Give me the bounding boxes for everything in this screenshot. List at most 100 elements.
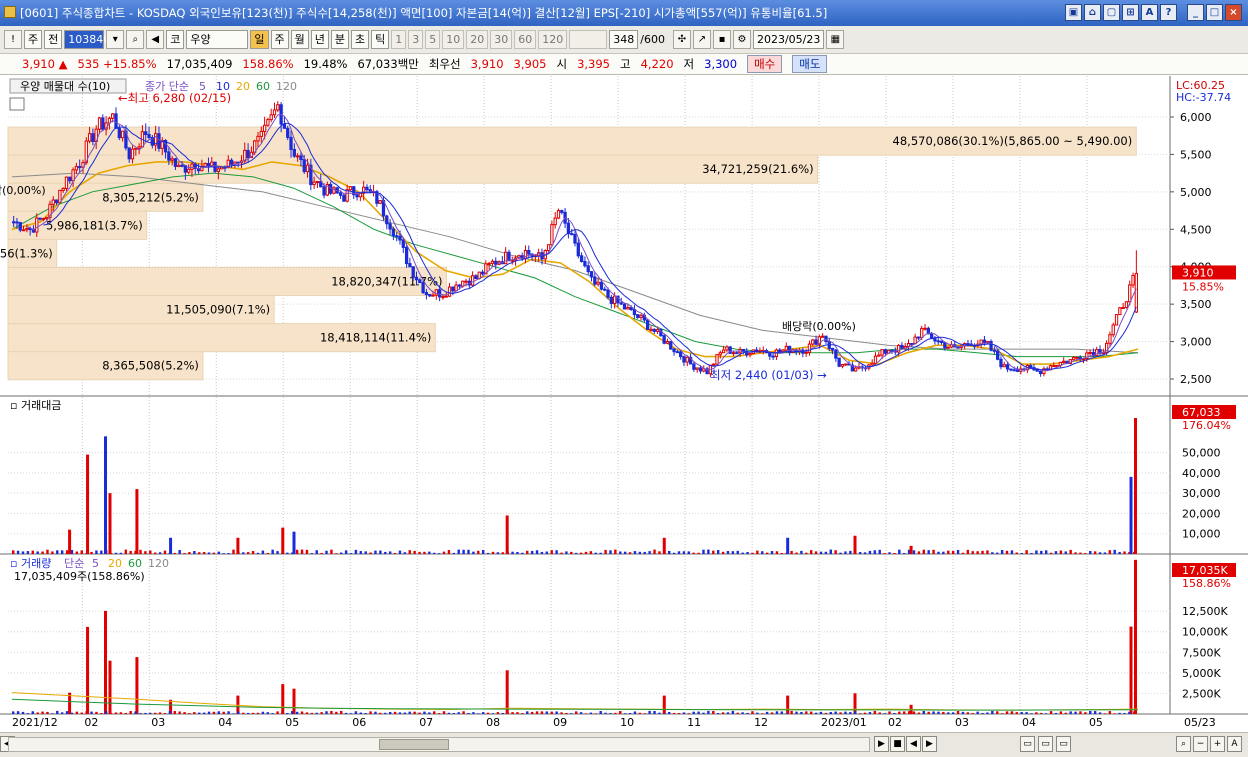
candle-body <box>1012 369 1016 372</box>
stock-chart[interactable]: 2021/12 02 03 04 05 06 07 08 09 10 11 12 2023/01 02 03… <box>0 76 1248 732</box>
maximize-button[interactable]: □ <box>1206 4 1223 21</box>
bid-price: 3,910 <box>470 57 504 71</box>
candle-body <box>302 159 306 173</box>
interval-120[interactable]: 120 <box>538 30 568 49</box>
volume-bar <box>780 711 784 714</box>
volume-bar <box>530 711 534 714</box>
date-input[interactable]: 2023/05/23 <box>752 30 825 49</box>
crosshair-icon[interactable]: ✣ <box>672 30 691 49</box>
volume-profile-label: 8,365,508(5.2%) <box>102 359 199 373</box>
home-icon[interactable]: ⌂ <box>1084 4 1101 21</box>
dropdown-icon[interactable]: ▾ <box>106 30 125 49</box>
candle-body <box>144 131 148 136</box>
volume-bar <box>550 711 553 714</box>
volume-bar <box>526 711 529 714</box>
chart-tool-2-icon[interactable]: ▭ <box>1038 736 1053 752</box>
interval-10[interactable]: 10 <box>442 30 465 49</box>
interval-60[interactable]: 60 <box>514 30 537 49</box>
period-year[interactable]: 년 <box>310 30 329 49</box>
candle-body <box>378 200 382 204</box>
stock-name-field[interactable]: 우양 <box>186 30 249 49</box>
interval-20[interactable]: 20 <box>466 30 489 49</box>
ma-legend-period: 60 <box>256 80 270 93</box>
grid-icon[interactable]: ⊞ <box>1122 4 1139 21</box>
amount-bar <box>751 552 754 554</box>
period-day[interactable]: 일 <box>250 30 269 49</box>
period-second[interactable]: 초 <box>351 30 370 49</box>
calendar-icon[interactable]: ▦ <box>826 30 845 49</box>
interval-30[interactable]: 30 <box>490 30 513 49</box>
volume-tick-label: 12,500K <box>1182 605 1228 618</box>
font-icon[interactable]: A <box>1141 4 1158 21</box>
amount-bar <box>809 550 813 554</box>
candle-body <box>21 229 26 232</box>
volume-bar <box>677 713 681 714</box>
period-month[interactable]: 월 <box>290 30 309 49</box>
speaker-icon[interactable]: ◀ <box>146 30 165 49</box>
search-icon[interactable]: ⌕ <box>126 30 145 49</box>
whole-button[interactable]: 전 <box>44 30 63 49</box>
stock-code-input[interactable]: 103840 <box>64 30 110 49</box>
minimize-button[interactable]: _ <box>1187 4 1204 21</box>
step-forward-icon[interactable]: ▶ <box>922 736 937 752</box>
volume-bar <box>183 712 186 714</box>
interval-3[interactable]: 3 <box>408 30 424 49</box>
chart-tool-icon[interactable]: ▭ <box>1020 736 1035 752</box>
period-tick[interactable]: 틱 <box>371 30 390 49</box>
zoom-out-icon[interactable]: − <box>1193 736 1208 752</box>
candle-body <box>576 242 580 257</box>
sell-button[interactable]: 매도 <box>792 55 828 73</box>
info-icon[interactable]: ! <box>4 30 22 49</box>
window-controls: ▣ ⌂ ▢ ⊞ A ? _ □ × <box>1065 4 1242 21</box>
time-scrollbar[interactable] <box>8 737 870 752</box>
period-minute[interactable]: 분 <box>330 30 349 49</box>
window-icon[interactable]: ▢ <box>1103 4 1120 21</box>
volume-bar <box>893 713 896 714</box>
candle-body <box>527 249 531 255</box>
save-icon[interactable]: ▪ <box>712 30 731 49</box>
settings-icon[interactable]: ⚙ <box>732 30 751 49</box>
volume-profile-label: 11,505,090(7.1%) <box>166 303 270 317</box>
font-size-icon[interactable]: A <box>1227 736 1242 752</box>
interval-1[interactable]: 1 <box>391 30 407 49</box>
current-price-label: 3,910 <box>1182 266 1214 279</box>
candle-body <box>996 350 1000 360</box>
amount-bar <box>996 552 999 554</box>
candle-body <box>870 362 874 366</box>
volume-bar <box>707 710 710 714</box>
stop-icon[interactable]: ■ <box>890 736 905 752</box>
zoom-in-icon[interactable]: + <box>1210 736 1225 752</box>
candle-body <box>464 280 468 283</box>
step-back-icon[interactable]: ◀ <box>906 736 921 752</box>
interval-5[interactable]: 5 <box>425 30 441 49</box>
chart-tool-3-icon[interactable]: ▭ <box>1056 736 1071 752</box>
volume-bar <box>638 712 642 714</box>
price-tick-label: 2,500 <box>1180 373 1212 386</box>
period-week[interactable]: 주 <box>270 30 289 49</box>
candle-body <box>210 161 214 167</box>
help-icon[interactable]: ? <box>1160 4 1177 21</box>
amount-bar <box>95 550 98 554</box>
amount-bar <box>824 551 828 554</box>
link-icon[interactable]: ▣ <box>1065 4 1082 21</box>
interval-custom-select[interactable] <box>569 30 608 49</box>
volume-bar <box>462 711 465 714</box>
amount-tick-label: 40,000 <box>1182 467 1221 480</box>
buy-button[interactable]: 매수 <box>747 55 783 73</box>
candle-body <box>1005 364 1010 370</box>
amount-bar <box>790 550 793 554</box>
scroll-thumb[interactable] <box>379 739 449 750</box>
amount-tick-label: 50,000 <box>1182 447 1221 460</box>
amount-bar <box>335 553 338 554</box>
play-icon[interactable]: ▶ <box>874 736 889 752</box>
count-input[interactable]: 348 <box>609 30 639 49</box>
amount-bar <box>858 552 862 554</box>
close-button[interactable]: × <box>1225 4 1242 21</box>
trend-icon[interactable]: ↗ <box>692 30 711 49</box>
amount-bar <box>535 550 539 554</box>
market-type-select[interactable]: 주 <box>24 30 43 49</box>
zoom-search-icon[interactable]: ⌕ <box>1176 736 1191 752</box>
candle-body <box>276 104 280 111</box>
volume-bar <box>173 711 176 714</box>
candle-body <box>1035 369 1039 372</box>
